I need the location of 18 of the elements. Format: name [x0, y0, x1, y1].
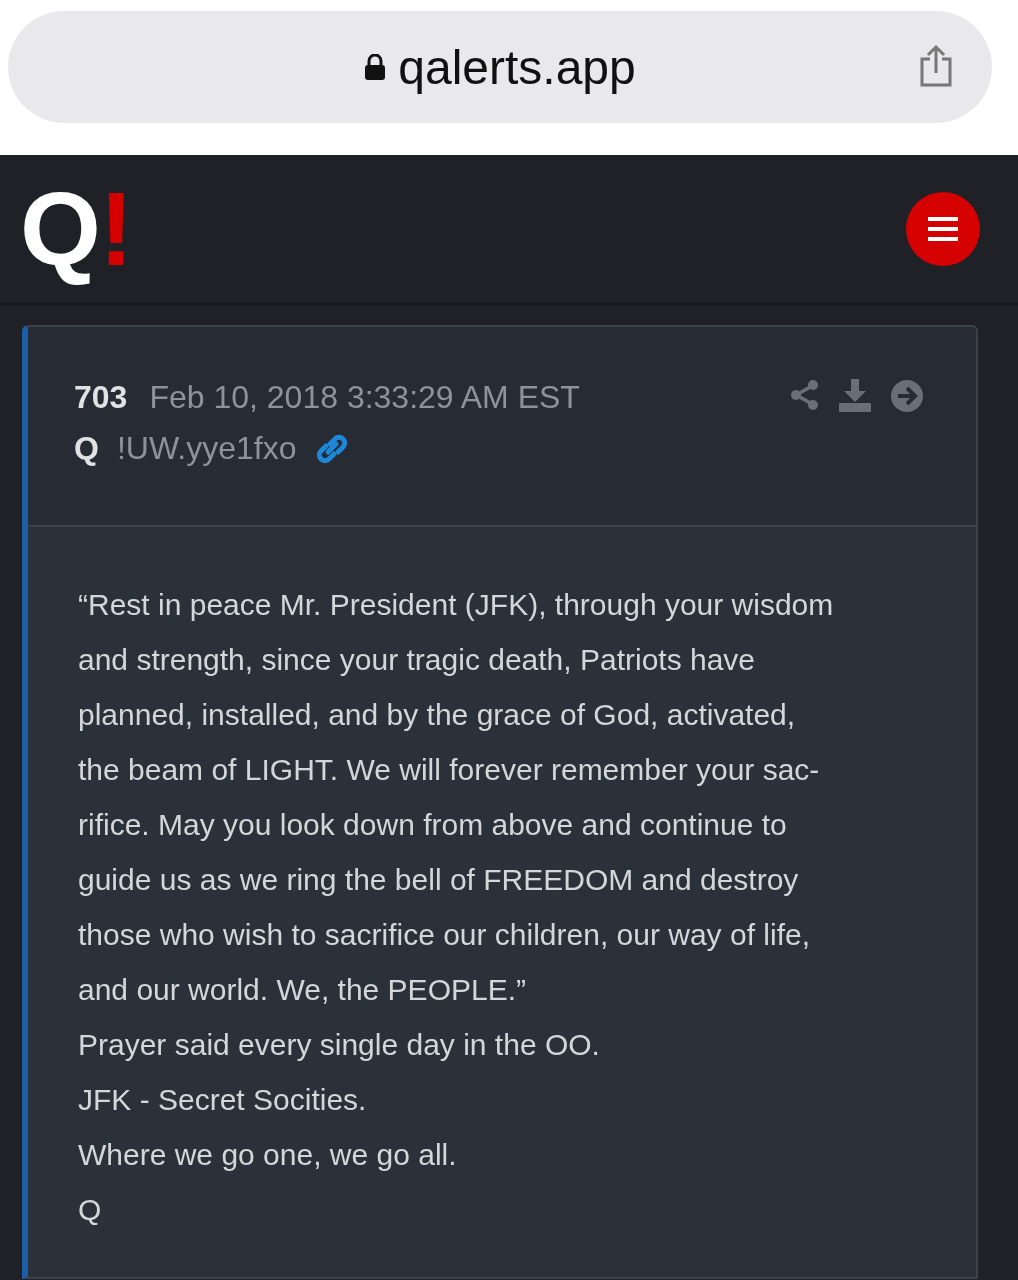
lock-icon	[364, 54, 387, 80]
menu-icon	[928, 216, 958, 242]
address-bar[interactable]: qalerts.app	[8, 11, 992, 123]
post-text-line: Prayer said every single day in the OO.	[78, 1027, 601, 1063]
tripcode: !UW.yye1fxo	[116, 430, 297, 467]
url-text: qalerts.app	[398, 39, 636, 95]
share-icon[interactable]	[790, 379, 820, 411]
post-text-line: Where we go one, we go all.	[78, 1137, 458, 1173]
download-icon[interactable]	[838, 379, 872, 413]
post-quote: “Rest in peace Mr. President (JFK), through your wisdom and strength, since your tragic death, Patriots have planned, installed, and by the grace of God, activated, the beam of LIGHT. We will forever remember your sac- rifice. May you look down from above and continue to guide us as we ring the bell of FREEDOM and destroy those who wish to sacrifice our children, our way of life, and our world. We, the PEOPLE.”	[78, 587, 835, 1008]
post-number: 703	[74, 379, 128, 416]
post-timestamp: Feb 10, 2018 3:33:29 AM EST	[149, 379, 580, 416]
arrow-right-icon[interactable]	[890, 379, 924, 413]
post-text-line: Q	[78, 1192, 103, 1228]
link-icon[interactable]	[314, 432, 349, 465]
post-text-line: JFK - Secret Socities.	[78, 1082, 368, 1118]
author-name: Q	[74, 430, 99, 467]
share-icon[interactable]	[918, 45, 954, 87]
